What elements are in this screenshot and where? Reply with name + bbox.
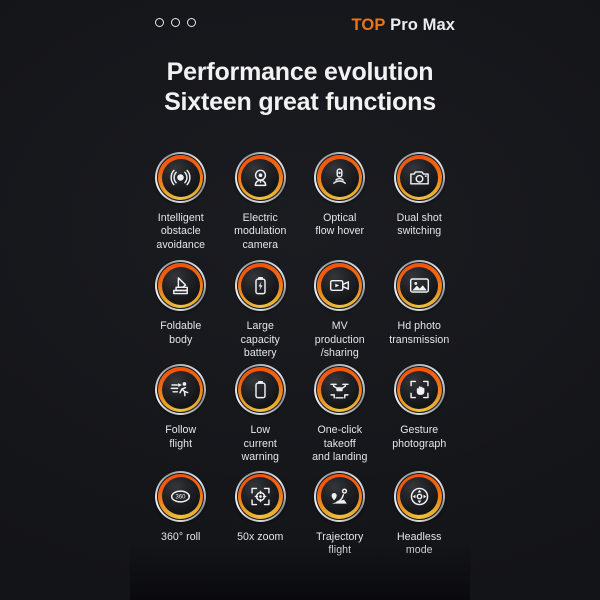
top-bar: TOP Pro Max [0, 0, 600, 52]
page-title-line-2: Sixteen great functions [164, 88, 436, 116]
feature-icon-badge[interactable] [234, 260, 286, 312]
feature-icon-badge[interactable]: 360 [155, 470, 207, 522]
video-clip-icon [320, 266, 359, 305]
svg-text:360: 360 [176, 494, 187, 500]
feature-icon-badge[interactable] [314, 364, 366, 416]
feature-icon-badge[interactable] [393, 364, 445, 416]
photo-image-icon [400, 266, 439, 305]
feature-icon-badge[interactable] [393, 152, 445, 203]
feature-label: Dual shot switching [396, 212, 442, 238]
feature-item[interactable]: Follow flight [141, 364, 221, 464]
foldable-arm-icon [161, 266, 200, 305]
feature-icon-badge[interactable] [393, 470, 445, 522]
feature-item[interactable]: 50x zoom [221, 470, 301, 558]
feature-label: Large capacity battery [240, 320, 280, 360]
feature-icon-badge[interactable] [314, 470, 366, 522]
feature-item[interactable]: Large capacity battery [221, 260, 301, 360]
menu-dot-icon[interactable] [171, 18, 180, 27]
feature-label: Trajectory flight [316, 530, 364, 557]
feature-item[interactable]: Intelligent obstacle avoidance [141, 152, 221, 252]
brand-title: TOP Pro Max [352, 16, 456, 35]
camera-icon [400, 158, 439, 197]
feature-label: Electric modulation camera [234, 212, 287, 251]
running-person-follow-icon [161, 370, 200, 409]
trajectory-path-icon [320, 477, 359, 516]
battery-low-icon [241, 370, 280, 409]
brand-rest: Pro Max [385, 16, 455, 34]
menu-dot-icon[interactable] [187, 18, 196, 27]
feature-label: Optical flow hover [315, 212, 365, 238]
feature-label: 360° roll [161, 530, 201, 543]
feature-grid: Intelligent obstacle avoidance Electric m… [141, 152, 459, 557]
feature-item[interactable]: Trajectory flight [300, 470, 380, 558]
feature-item[interactable]: Headless mode [380, 470, 460, 558]
feature-item[interactable]: 360 360° roll [141, 470, 221, 558]
brand-highlight: TOP [351, 16, 386, 34]
feature-icon-badge[interactable] [155, 364, 207, 416]
feature-icon-badge[interactable] [234, 470, 286, 522]
obstacle-avoidance-sensor-icon [161, 158, 200, 197]
feature-item[interactable]: Foldable body [141, 260, 221, 360]
feature-item[interactable]: Dual shot switching [380, 152, 460, 252]
feature-label: Foldable body [160, 320, 202, 346]
feature-label: MV production /sharing [314, 320, 365, 360]
feature-label: Hd photo transmission [389, 320, 450, 346]
feature-item[interactable]: Electric modulation camera [221, 152, 301, 252]
360-rotation-icon: 360 [161, 477, 200, 516]
feature-item[interactable]: One-click takeoff and landing [300, 364, 380, 464]
feature-icon-badge[interactable] [393, 260, 445, 312]
drone-takeoff-landing-icon [320, 370, 359, 409]
page-title-line-1: Performance evolution [166, 58, 434, 86]
feature-icon-badge[interactable] [155, 152, 207, 203]
feature-item[interactable]: Optical flow hover [300, 152, 380, 252]
feature-item[interactable]: Hd photo transmission [380, 260, 460, 360]
hand-gesture-frame-icon [400, 370, 439, 409]
feature-label: Headless mode [396, 530, 442, 557]
optical-flow-sensor-icon [320, 158, 359, 197]
feature-icon-badge[interactable] [314, 260, 366, 312]
feature-icon-badge[interactable] [155, 260, 207, 312]
feature-label: Intelligent obstacle avoidance [156, 212, 206, 251]
feature-icon-badge[interactable] [314, 152, 366, 203]
feature-label: Follow flight [165, 424, 197, 450]
feature-icon-badge[interactable] [234, 152, 286, 203]
feature-item[interactable]: Low current warning [221, 364, 301, 464]
feature-label: One-click takeoff and landing [312, 424, 368, 464]
menu-dot-icon[interactable] [155, 18, 164, 27]
feature-icon-badge[interactable] [234, 364, 286, 416]
feature-item[interactable]: Gesture photograph [380, 364, 460, 464]
feature-label: Low current warning [241, 424, 279, 464]
page-title: Performance evolution Sixteen great func… [0, 57, 600, 117]
feature-item[interactable]: MV production /sharing [300, 260, 380, 360]
webcam-icon [241, 158, 280, 197]
feature-label: Gesture photograph [392, 424, 447, 450]
menu-dots-group[interactable] [155, 18, 196, 27]
battery-bolt-icon [241, 266, 280, 305]
feature-label: 50x zoom [237, 530, 284, 543]
